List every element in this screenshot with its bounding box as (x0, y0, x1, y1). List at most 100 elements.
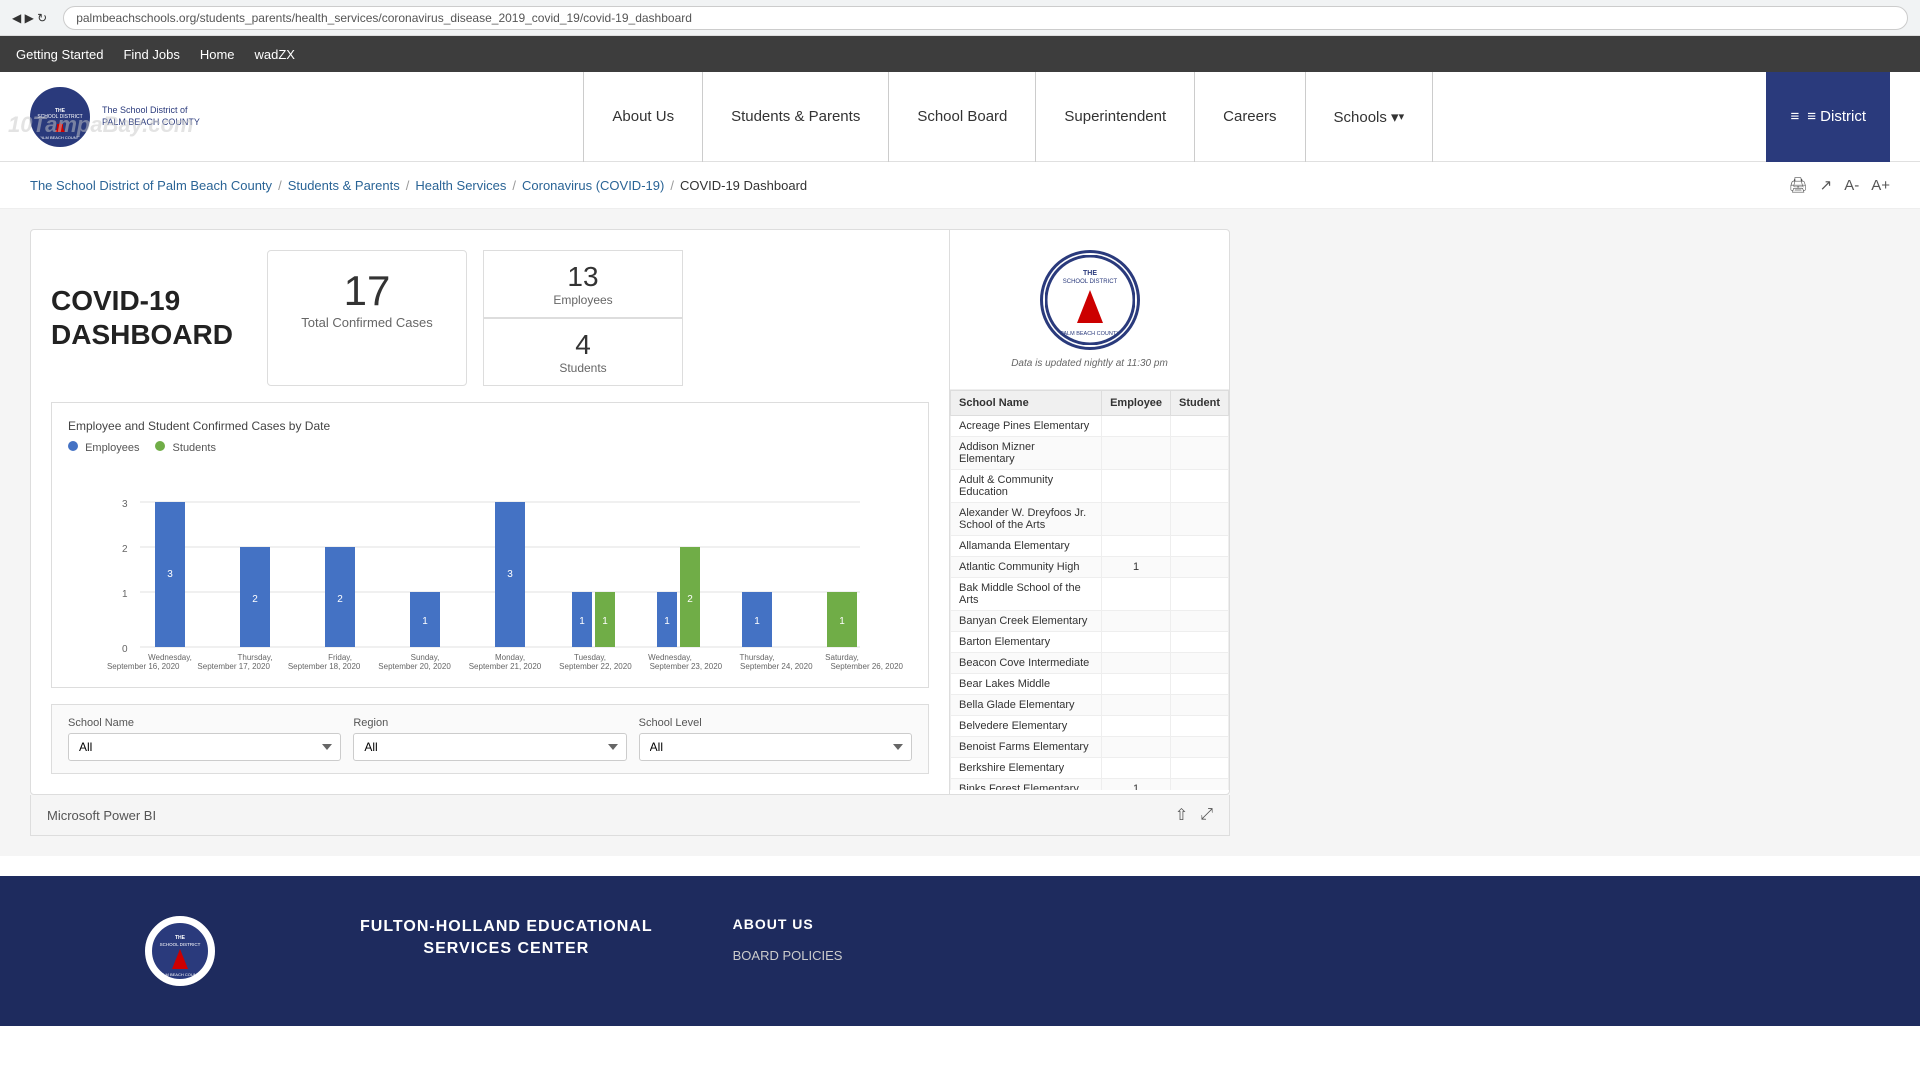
chart-legend: Employees Students (68, 441, 912, 454)
school-name-cell: Beacon Cove Intermediate (951, 653, 1102, 674)
student-cell (1171, 674, 1229, 695)
date-label-7: September 23, 2020 (650, 662, 723, 671)
footer-links: ABOUT US BOARD POLICIES (733, 916, 843, 986)
employee-cell (1102, 653, 1171, 674)
svg-text:SCHOOL DISTRICT: SCHOOL DISTRICT (160, 942, 201, 947)
footer-about-us-title: ABOUT US (733, 916, 843, 932)
employees-number: 13 (504, 261, 662, 293)
nav-school-board[interactable]: School Board (889, 72, 1036, 162)
logo-text: The School District of PALM BEACH COUNTY (102, 105, 200, 128)
employee-cell (1102, 503, 1171, 536)
legend-employees-dot (68, 441, 78, 451)
stat-students: 4 Students (483, 318, 683, 386)
filter-school-level: School Level All (639, 717, 912, 761)
table-row: Belvedere Elementary (951, 716, 1229, 737)
student-cell (1171, 653, 1229, 674)
svg-text:1: 1 (754, 616, 760, 627)
breadcrumb-link-district[interactable]: The School District of Palm Beach County (30, 178, 272, 193)
school-name-cell: Addison Mizner Elementary (951, 437, 1102, 470)
school-name-cell: Allamanda Elementary (951, 536, 1102, 557)
svg-text:Thursday,: Thursday, (238, 653, 273, 662)
table-row: Benoist Farms Elementary (951, 737, 1229, 758)
getting-started-link[interactable]: Getting Started (16, 47, 103, 62)
stat-employees: 13 Employees (483, 250, 683, 318)
nav-schools[interactable]: Schools ▾ (1306, 72, 1434, 162)
user-link[interactable]: wadZX (255, 47, 295, 62)
filter-school-name-select[interactable]: All (68, 733, 341, 761)
employee-cell (1102, 695, 1171, 716)
filter-region-select[interactable]: All (353, 733, 626, 761)
nav-superintendent[interactable]: Superintendent (1036, 72, 1195, 162)
svg-text:THE: THE (1083, 270, 1097, 277)
nav-careers[interactable]: Careers (1195, 72, 1305, 162)
school-table-wrapper[interactable]: School Name Employee Student Acreage Pin… (950, 390, 1229, 790)
powerbi-expand-button[interactable]: ⤢ (1200, 805, 1213, 825)
svg-text:3: 3 (167, 569, 173, 580)
footer-board-policies: BOARD POLICIES (733, 944, 843, 967)
font-increase-button[interactable]: A+ (1871, 177, 1890, 194)
student-cell (1171, 695, 1229, 716)
nav-students-parents[interactable]: Students & Parents (703, 72, 889, 162)
svg-text:SCHOOL DISTRICT: SCHOOL DISTRICT (37, 114, 82, 120)
date-label-9: September 26, 2020 (830, 662, 903, 671)
browser-toolbar: Getting Started Find Jobs Home wadZX (0, 36, 1920, 72)
url-bar[interactable] (63, 6, 1908, 30)
svg-text:Wednesday,: Wednesday, (648, 653, 692, 662)
school-name-cell: Bear Lakes Middle (951, 674, 1102, 695)
students-label: Students (504, 361, 662, 375)
school-table: School Name Employee Student Acreage Pin… (950, 390, 1229, 790)
employee-cell (1102, 536, 1171, 557)
svg-text:Wednesday,: Wednesday, (148, 653, 192, 662)
svg-text:PALM BEACH COUNTY: PALM BEACH COUNTY (1060, 331, 1120, 337)
find-jobs-link[interactable]: Find Jobs (123, 47, 179, 62)
svg-text:Monday,: Monday, (495, 653, 525, 662)
font-decrease-button[interactable]: A- (1844, 177, 1859, 194)
svg-text:PALM BEACH COUNTY: PALM BEACH COUNTY (38, 135, 82, 140)
th-student: Student (1171, 391, 1229, 416)
table-row: Bear Lakes Middle (951, 674, 1229, 695)
footer-about-us-list: BOARD POLICIES (733, 944, 843, 967)
table-row: Berkshire Elementary (951, 758, 1229, 779)
print-button[interactable]: 🖨 (1789, 176, 1808, 194)
logo-area[interactable]: THE SCHOOL DISTRICT PALM BEACH COUNTY Th… (30, 87, 250, 147)
filter-school-level-select[interactable]: All (639, 733, 912, 761)
breadcrumb-link-health[interactable]: Health Services (415, 178, 506, 193)
date-label-1: September 16, 2020 (107, 662, 180, 671)
svg-text:1: 1 (839, 616, 845, 627)
breadcrumb-link-covid[interactable]: Coronavirus (COVID-19) (522, 178, 664, 193)
chart-container: Employee and Student Confirmed Cases by … (51, 402, 929, 688)
employee-cell: 1 (1102, 779, 1171, 791)
home-link[interactable]: Home (200, 47, 235, 62)
school-logo: THE SCHOOL DISTRICT PALM BEACH COUNTY (1040, 250, 1140, 350)
site-header: THE SCHOOL DISTRICT PALM BEACH COUNTY Th… (0, 72, 1920, 162)
students-number: 4 (504, 329, 662, 361)
powerbi-bar: Microsoft Power BI ⇧ ⤢ (30, 795, 1230, 836)
breadcrumb-link-students[interactable]: Students & Parents (288, 178, 400, 193)
date-label-6: September 22, 2020 (559, 662, 632, 671)
filters-row: School Name All Region All School Level (51, 704, 929, 774)
browser-controls: ◀ ▶ ↻ (12, 11, 47, 25)
date-label-8: September 24, 2020 (740, 662, 813, 671)
employee-cell (1102, 674, 1171, 695)
employees-label: Employees (504, 293, 662, 307)
nav-about-us[interactable]: About Us (583, 72, 703, 162)
school-name-cell: Bella Glade Elementary (951, 695, 1102, 716)
legend-students-dot (155, 441, 165, 451)
employee-cell (1102, 437, 1171, 470)
breadcrumb-sep-4: / (670, 178, 674, 193)
svg-text:Sunday,: Sunday, (411, 653, 440, 662)
powerbi-share-button[interactable]: ⇧ (1175, 805, 1188, 825)
right-panel: THE SCHOOL DISTRICT PALM BEACH COUNTY Da… (949, 230, 1229, 794)
student-cell (1171, 416, 1229, 437)
school-name-cell: Barton Elementary (951, 632, 1102, 653)
school-name-cell: Alexander W. Dreyfoos Jr. School of the … (951, 503, 1102, 536)
svg-text:1: 1 (122, 589, 128, 600)
employee-cell: 1 (1102, 557, 1171, 578)
filter-region-label: Region (353, 717, 626, 729)
student-cell (1171, 779, 1229, 791)
svg-text:SCHOOL DISTRICT: SCHOOL DISTRICT (1062, 279, 1117, 285)
share-button[interactable]: ↗ (1820, 176, 1833, 194)
nav-district[interactable]: ≡ ≡ District (1766, 72, 1890, 162)
table-row: Addison Mizner Elementary (951, 437, 1229, 470)
student-cell (1171, 758, 1229, 779)
